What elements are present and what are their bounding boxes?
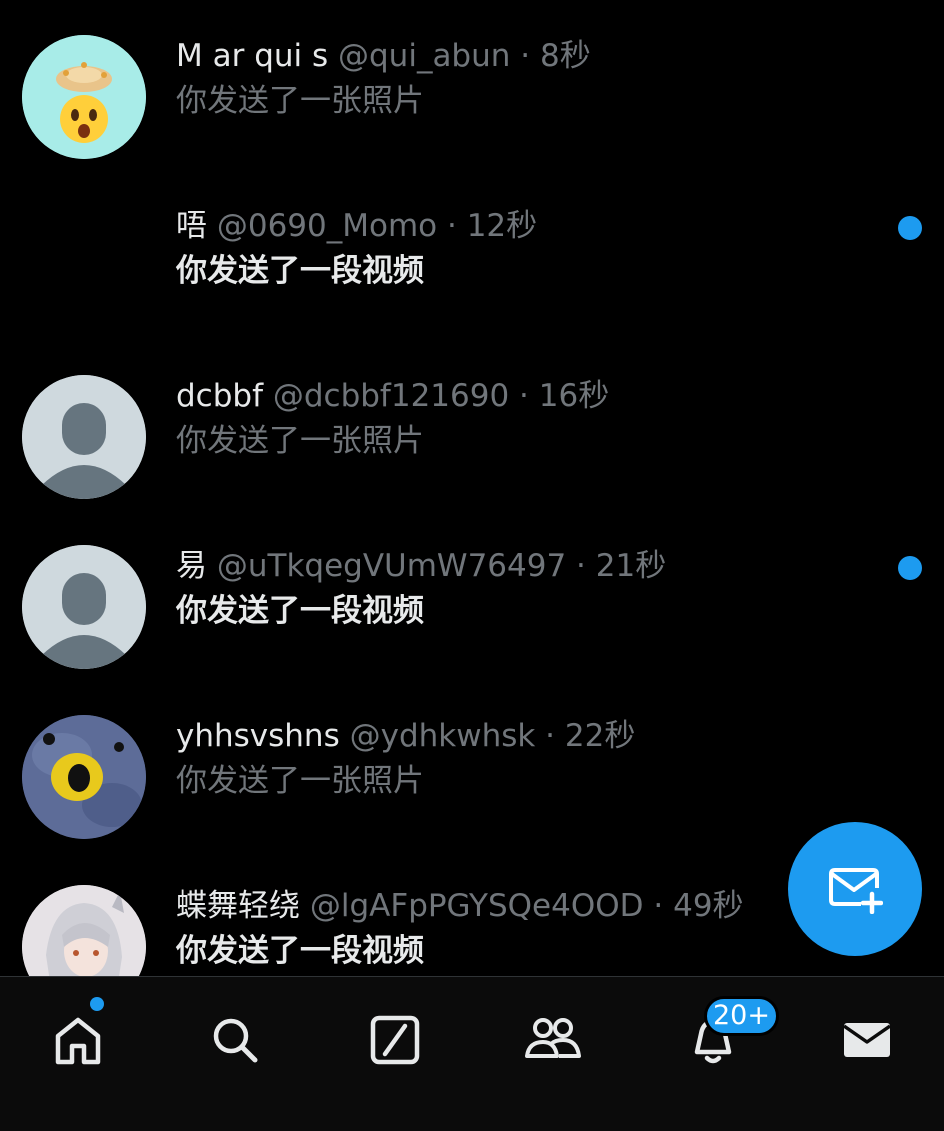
user-name[interactable]: 唔 [176, 208, 207, 244]
bottom-tab-bar [0, 976, 944, 1131]
user-handle: @uTkqegVUmW76497 [216, 548, 567, 584]
timestamp: 16秒 [538, 378, 610, 414]
conversation-meta: yhhsvshns @ydhkwhsk · 22秒 你发送了一张照片 [176, 716, 876, 802]
avatar[interactable] [22, 715, 146, 839]
timestamp: 12秒 [466, 208, 538, 244]
unread-indicator [898, 556, 922, 580]
avatar[interactable] [22, 545, 146, 669]
conversation-item[interactable]: 唔 @0690_Momo · 12秒 你发送了一段视频 [0, 182, 944, 352]
default-profile-icon [22, 375, 146, 499]
message-preview: 你发送了一段视频 [176, 253, 424, 289]
conversation-meta: 唔 @0690_Momo · 12秒 你发送了一段视频 [176, 206, 876, 292]
new-message-icon [829, 868, 883, 914]
user-handle: @lgAFpPGYSQe4OOD [309, 888, 644, 924]
separator: · [643, 888, 674, 924]
message-preview: 你发送了一张照片 [176, 423, 424, 459]
unread-indicator [898, 216, 922, 240]
conversation-meta: 蝶舞轻绕 @lgAFpPGYSQe4OOD · 49秒 你发送了一段视频 [176, 886, 876, 972]
avatar[interactable] [22, 375, 146, 499]
tab-communities[interactable] [518, 1005, 588, 1075]
tab-home[interactable] [43, 1005, 113, 1075]
separator: · [437, 208, 467, 244]
user-handle: @0690_Momo [216, 208, 438, 244]
user-name[interactable]: dcbbf [176, 378, 263, 414]
user-handle: @ydhkwhsk [349, 718, 536, 754]
search-icon [213, 1018, 258, 1063]
conversation-item[interactable]: yhhsvshns @ydhkwhsk · 22秒 你发送了一张照片 [0, 692, 944, 862]
separator: · [510, 38, 540, 74]
separator: · [566, 548, 596, 584]
timestamp: 8秒 [539, 38, 591, 74]
conversation-meta: M ar qui s @qui_abun · 8秒 你发送了一张照片 [176, 36, 876, 122]
message-preview: 你发送了一张照片 [176, 763, 424, 799]
default-profile-icon [22, 545, 146, 669]
user-name[interactable]: M ar qui s [176, 38, 328, 74]
user-handle: @dcbbf121690 [272, 378, 510, 414]
message-preview: 你发送了一张照片 [176, 83, 424, 119]
home-new-indicator [90, 997, 104, 1011]
timestamp: 22秒 [564, 718, 636, 754]
tab-grok[interactable] [360, 1005, 430, 1075]
message-preview: 你发送了一段视频 [176, 933, 424, 969]
communities-icon [525, 1018, 581, 1058]
conversation-item[interactable]: M ar qui s @qui_abun · 8秒 你发送了一张照片 [0, 12, 944, 182]
home-icon [55, 1017, 101, 1065]
new-message-button[interactable] [788, 822, 922, 956]
message-preview: 你发送了一段视频 [176, 593, 424, 629]
user-name[interactable]: 蝶舞轻绕 [176, 888, 300, 924]
grok-icon [370, 1015, 420, 1065]
tab-messages[interactable] [832, 1005, 902, 1075]
conversation-meta: 易 @uTkqegVUmW76497 · 21秒 你发送了一段视频 [176, 546, 876, 632]
user-name[interactable]: 易 [176, 548, 207, 584]
avatar[interactable] [22, 35, 146, 159]
notifications-badge: 20+ [704, 996, 779, 1036]
separator: · [509, 378, 539, 414]
separator: · [535, 718, 565, 754]
messages-icon [843, 1023, 891, 1057]
user-name[interactable]: yhhsvshns [176, 718, 340, 754]
bird-photo-icon [22, 715, 146, 839]
messages-screen: M ar qui s @qui_abun · 8秒 你发送了一张照片 唔 @06… [0, 0, 944, 1131]
exploding-head-emoji-icon [22, 35, 146, 159]
conversation-meta: dcbbf @dcbbf121690 · 16秒 你发送了一张照片 [176, 376, 876, 462]
avatar[interactable] [22, 885, 146, 976]
conversation-item[interactable]: 易 @uTkqegVUmW76497 · 21秒 你发送了一段视频 [0, 522, 944, 692]
conversation-list: M ar qui s @qui_abun · 8秒 你发送了一张照片 唔 @06… [0, 0, 944, 976]
timestamp: 21秒 [595, 548, 667, 584]
anime-girl-illustration-icon [22, 885, 146, 976]
user-handle: @qui_abun [338, 38, 511, 74]
conversation-item[interactable]: dcbbf @dcbbf121690 · 16秒 你发送了一张照片 [0, 352, 944, 522]
timestamp: 49秒 [673, 888, 744, 924]
tab-search[interactable] [200, 1005, 270, 1075]
